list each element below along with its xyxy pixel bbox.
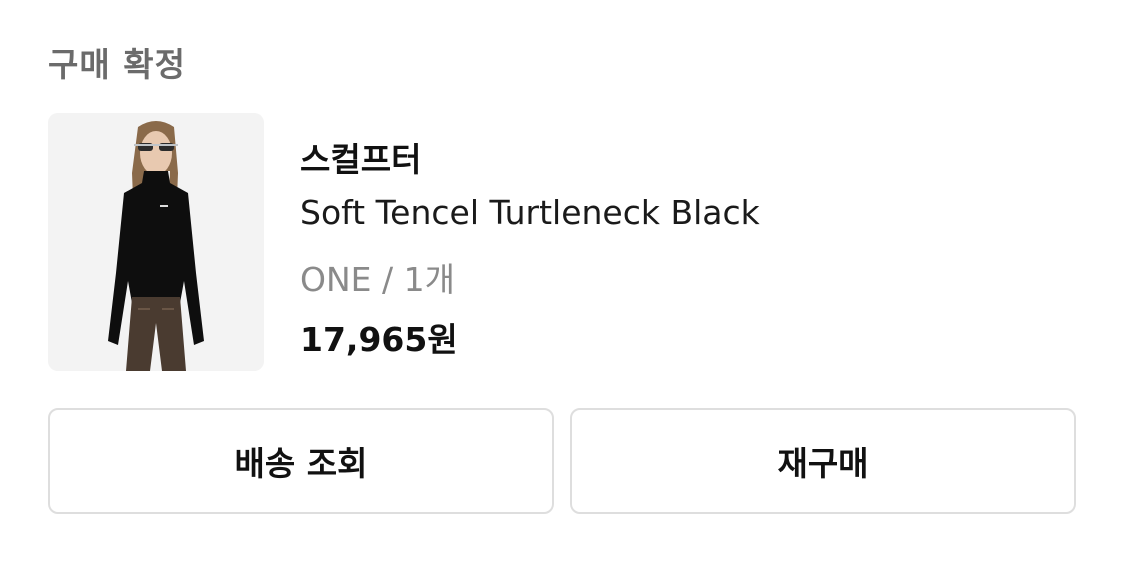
- product-price: 17,965원: [300, 320, 458, 359]
- product-thumbnail[interactable]: [48, 113, 264, 371]
- product-option: ONE / 1개: [300, 260, 455, 299]
- order-status-title: 구매 확정: [48, 45, 186, 84]
- repurchase-button[interactable]: 재구매: [570, 408, 1076, 514]
- product-name[interactable]: Soft Tencel Turtleneck Black: [300, 193, 760, 232]
- product-brand[interactable]: 스컬프터: [300, 133, 421, 181]
- product-image: [48, 113, 264, 371]
- track-delivery-button[interactable]: 배송 조회: [48, 408, 554, 514]
- order-item-card[interactable]: 스컬프터 Soft Tencel Turtleneck Black ONE / …: [48, 113, 1078, 371]
